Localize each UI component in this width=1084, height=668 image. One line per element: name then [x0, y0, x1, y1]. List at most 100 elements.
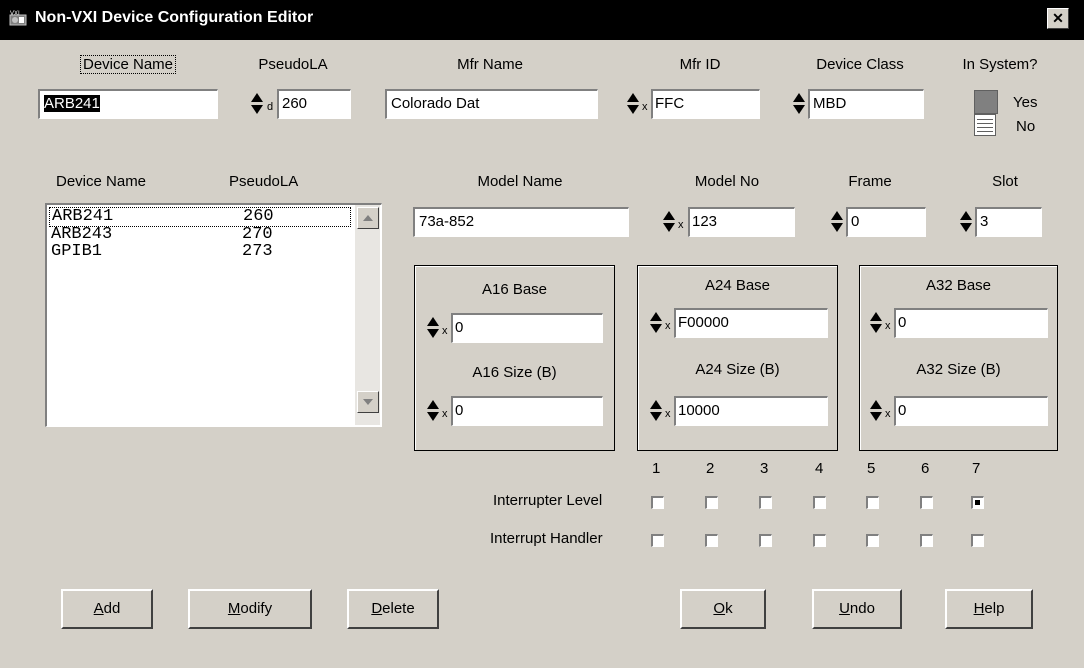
level-5-label: 5	[867, 460, 876, 477]
handler-level-3-checkbox[interactable]	[759, 534, 772, 547]
close-button[interactable]: ✕	[1047, 8, 1069, 29]
a16-size-spinner[interactable]	[427, 399, 439, 423]
frame-label: Frame	[848, 173, 892, 190]
pseudo-la-spinner[interactable]	[251, 92, 263, 116]
arrow-down-icon	[363, 399, 373, 405]
ok-button[interactable]: Ok	[680, 589, 766, 629]
model-no-radix: x	[678, 219, 684, 231]
a32-size-spinner[interactable]	[870, 399, 882, 423]
level-7-label: 7	[972, 460, 981, 477]
a16-size-field[interactable]: 0	[451, 396, 603, 426]
interrupter-level-label: Interrupter Level	[493, 492, 603, 509]
a32-base-label: A32 Base	[925, 277, 992, 294]
device-class-spinner[interactable]	[793, 92, 805, 116]
mfr-name-field[interactable]: Colorado Dat	[385, 89, 598, 119]
device-name-field[interactable]: ARB241	[38, 89, 218, 119]
a24-base-radix: x	[665, 320, 671, 332]
interrupter-level-3-checkbox[interactable]	[759, 496, 772, 509]
interrupter-level-4-checkbox[interactable]	[813, 496, 826, 509]
model-name-field[interactable]: 73a-852	[413, 207, 629, 237]
model-no-field[interactable]: 123	[688, 207, 795, 237]
frame-spinner[interactable]	[831, 210, 843, 234]
a32-base-spinner[interactable]	[870, 311, 882, 335]
a16-base-spinner[interactable]	[427, 316, 439, 340]
app-icon: VXI	[9, 11, 27, 26]
scroll-down-button[interactable]	[357, 391, 379, 413]
interrupter-level-5-checkbox[interactable]	[866, 496, 879, 509]
a32-base-radix: x	[885, 320, 891, 332]
in-system-label: In System?	[962, 56, 1038, 73]
level-6-label: 6	[921, 460, 930, 477]
slot-spinner[interactable]	[960, 210, 972, 234]
svg-text:VXI: VXI	[10, 11, 20, 17]
device-list[interactable]: ARB241 260 ARB243 270 GPIB1 273	[45, 203, 382, 427]
list-scrollbar[interactable]	[355, 205, 380, 425]
a32-size-label: A32 Size (B)	[916, 361, 1001, 378]
a16-group: A16 Base x 0 A16 Size (B) x 0	[414, 265, 615, 451]
model-no-spinner[interactable]	[663, 210, 675, 234]
list-col-pseudo-la: PseudoLA	[229, 173, 299, 190]
in-system-yes-label: Yes	[1013, 94, 1038, 111]
in-system-no-label: No	[1016, 118, 1036, 135]
interrupter-level-7-checkbox[interactable]	[971, 496, 984, 509]
a32-size-radix: x	[885, 408, 891, 420]
a24-base-label: A24 Base	[704, 277, 771, 294]
level-4-label: 4	[815, 460, 824, 477]
a24-size-field[interactable]: 10000	[674, 396, 828, 426]
a24-size-spinner[interactable]	[650, 399, 662, 423]
handler-level-5-checkbox[interactable]	[866, 534, 879, 547]
a32-size-field[interactable]: 0	[894, 396, 1048, 426]
a16-size-label: A16 Size (B)	[472, 364, 557, 381]
slot-label: Slot	[992, 173, 1018, 190]
list-col-device-name: Device Name	[56, 173, 147, 190]
a24-base-spinner[interactable]	[650, 311, 662, 335]
mfr-id-label: Mfr ID	[679, 56, 721, 73]
in-system-yes-indicator[interactable]	[974, 90, 998, 114]
handler-level-2-checkbox[interactable]	[705, 534, 718, 547]
device-class-field[interactable]: MBD	[808, 89, 924, 119]
a16-size-radix: x	[442, 408, 448, 420]
frame-field[interactable]: 0	[846, 207, 926, 237]
pseudo-la-field[interactable]: 260	[277, 89, 351, 119]
interrupter-level-2-checkbox[interactable]	[705, 496, 718, 509]
close-icon: ✕	[1052, 10, 1064, 26]
title-bar[interactable]: VXI Non-VXI Device Configuration Editor …	[0, 0, 1084, 40]
handler-level-7-checkbox[interactable]	[971, 534, 984, 547]
device-name-label: Device Name	[66, 55, 190, 74]
a32-group: A32 Base x 0 A32 Size (B) x 0	[859, 265, 1058, 451]
pseudo-la-label: PseudoLA	[258, 56, 328, 73]
interrupt-handler-label: Interrupt Handler	[490, 530, 603, 547]
list-item[interactable]: ARB241 260	[49, 207, 351, 227]
level-3-label: 3	[760, 460, 769, 477]
a24-size-label: A24 Size (B)	[695, 361, 780, 378]
interrupter-level-1-checkbox[interactable]	[651, 496, 664, 509]
modify-button[interactable]: Modify	[188, 589, 312, 629]
undo-button[interactable]: Undo	[812, 589, 902, 629]
a24-base-field[interactable]: F00000	[674, 308, 828, 338]
slot-field[interactable]: 3	[975, 207, 1042, 237]
handler-level-6-checkbox[interactable]	[920, 534, 933, 547]
a32-base-field[interactable]: 0	[894, 308, 1048, 338]
handler-level-4-checkbox[interactable]	[813, 534, 826, 547]
mfr-id-spinner[interactable]	[627, 92, 639, 116]
device-class-label: Device Class	[816, 56, 904, 73]
handler-level-1-checkbox[interactable]	[651, 534, 664, 547]
in-system-no-indicator[interactable]	[974, 114, 996, 136]
interrupter-level-6-checkbox[interactable]	[920, 496, 933, 509]
list-item[interactable]: GPIB1 273	[49, 242, 351, 263]
mfr-name-label: Mfr Name	[457, 56, 523, 73]
a24-group: A24 Base x F00000 A24 Size (B) x 10000	[637, 265, 838, 451]
scroll-up-button[interactable]	[357, 207, 379, 229]
a16-base-radix: x	[442, 325, 448, 337]
arrow-up-icon	[363, 215, 373, 221]
pseudo-la-radix: d	[267, 101, 274, 113]
a16-base-label: A16 Base	[481, 281, 548, 298]
level-2-label: 2	[706, 460, 715, 477]
add-button[interactable]: Add	[61, 589, 153, 629]
a16-base-field[interactable]: 0	[451, 313, 603, 343]
help-button[interactable]: Help	[945, 589, 1033, 629]
mfr-id-field[interactable]: FFC	[651, 89, 760, 119]
a24-size-radix: x	[665, 408, 671, 420]
level-1-label: 1	[652, 460, 661, 477]
delete-button[interactable]: Delete	[347, 589, 439, 629]
